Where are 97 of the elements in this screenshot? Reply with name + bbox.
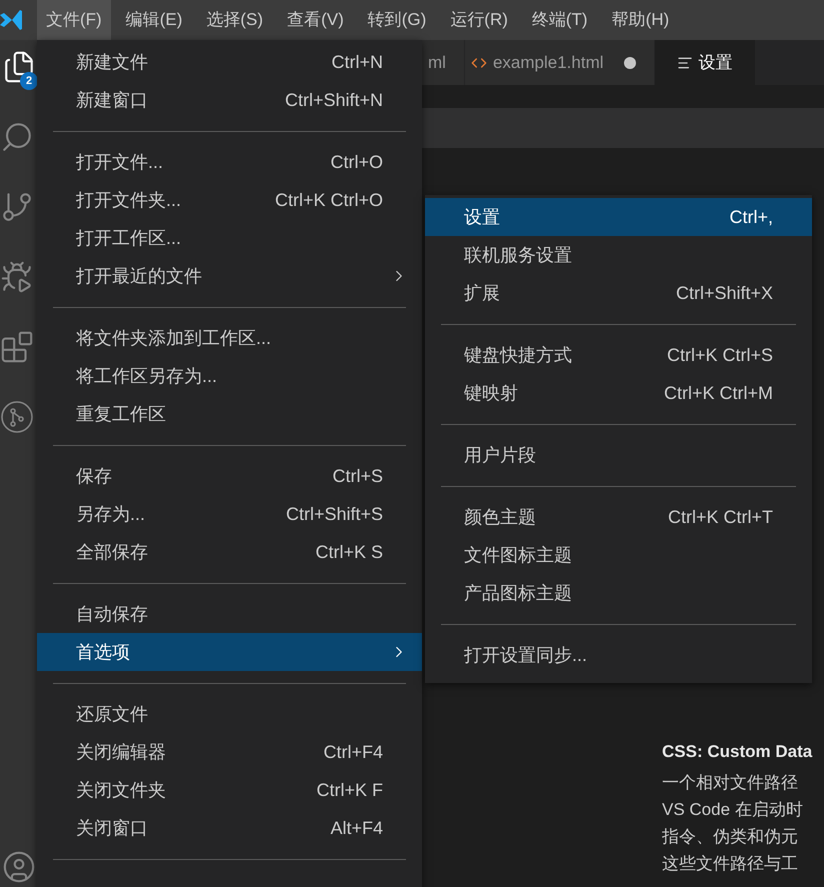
setting-description: 指令、伪类和伪元 <box>662 826 799 848</box>
menu-item[interactable]: 用户片段 <box>425 436 812 474</box>
setting-description: 一个相对文件路径 <box>662 772 799 794</box>
shortcut-label: Ctrl+K S <box>315 540 383 564</box>
setting-description: 这些文件路径与工 <box>662 853 799 875</box>
menu-item-label: 打开工作区... <box>76 226 182 250</box>
menu-item[interactable]: 打开工作区... <box>37 219 422 257</box>
run-debug-icon[interactable] <box>0 260 34 294</box>
menu-item-label: 另存为... <box>76 502 146 526</box>
menu-item-label: 产品图标主题 <box>464 582 572 604</box>
remote-explorer-icon[interactable] <box>0 400 34 434</box>
list-icon <box>676 54 693 70</box>
shortcut-label: Ctrl+Shift+N <box>284 88 383 112</box>
menu-item-label: 扩展 <box>464 282 500 304</box>
account-icon[interactable] <box>2 850 36 884</box>
menu-item-label: 用户片段 <box>464 444 536 466</box>
extensions-icon[interactable] <box>0 330 34 364</box>
menu-item[interactable]: 颜色主题 Ctrl+K Ctrl+T <box>425 498 812 536</box>
editor-tab[interactable]: ml <box>422 40 465 85</box>
menu-item[interactable]: 新建文件 Ctrl+N <box>37 43 422 81</box>
menubar-item[interactable]: 帮助(H) <box>602 0 678 40</box>
menubar-item[interactable]: 运行(R) <box>441 0 517 40</box>
shortcut-label: Ctrl+S <box>332 464 383 488</box>
vscode-logo-icon <box>0 8 22 32</box>
shortcut-label: Ctrl+F4 <box>323 740 383 764</box>
menu-item[interactable]: 键映射 Ctrl+K Ctrl+M <box>425 374 812 412</box>
shortcut-label: Ctrl+K F <box>316 778 383 802</box>
menu-item-label: 自动保存 <box>76 602 148 626</box>
menu-item[interactable]: 首选项 <box>37 633 422 671</box>
menu-item[interactable]: 关闭文件夹 Ctrl+K F <box>37 771 422 809</box>
menu-item[interactable]: 保存 Ctrl+S <box>37 457 422 495</box>
menu-item[interactable]: 打开文件... Ctrl+O <box>37 143 422 181</box>
shortcut-label: Ctrl+K Ctrl+S <box>666 344 773 366</box>
shortcut-label: Ctrl+K Ctrl+M <box>664 382 773 404</box>
shortcut-label: Ctrl+O <box>330 150 383 174</box>
menu-item-label: 打开文件夹... <box>76 188 182 212</box>
menu-item-label: 还原文件 <box>76 702 148 726</box>
menu-item-label: 关闭文件夹 <box>76 778 166 802</box>
files-icon[interactable] <box>2 50 36 84</box>
setting-heading: CSS: Custom Data <box>662 741 814 763</box>
menubar-item[interactable]: 选择(S) <box>197 0 272 40</box>
menu-item-label: 将文件夹添加到工作区... <box>76 326 272 350</box>
notification-badge: 2 <box>20 72 38 90</box>
menu-item-label: 键映射 <box>464 382 518 404</box>
menu-item[interactable]: 扩展 Ctrl+Shift+X <box>425 274 812 312</box>
menu-item[interactable]: 打开文件夹... Ctrl+K Ctrl+O <box>37 181 422 219</box>
shortcut-label: Ctrl+K Ctrl+O <box>274 188 383 212</box>
menu-item[interactable]: 产品图标主题 <box>425 574 812 612</box>
menu-item[interactable]: 打开最近的文件 <box>37 257 422 295</box>
menu-item[interactable]: 还原文件 <box>37 695 422 733</box>
menu-item[interactable]: 将工作区另存为... <box>37 357 422 395</box>
menu-item[interactable]: 联机服务设置 <box>425 236 812 274</box>
menu-item-label: 新建窗口 <box>76 88 148 112</box>
menu-item-label: 将工作区另存为... <box>76 364 218 388</box>
menubar-item[interactable]: 文件(F) <box>37 0 111 40</box>
search-icon[interactable] <box>0 120 34 154</box>
editor-tab[interactable]: example1.html <box>464 40 655 85</box>
menubar-item[interactable]: 查看(V) <box>278 0 353 40</box>
menu-item[interactable]: 文件图标主题 <box>425 536 812 574</box>
menu-item-label: 设置 <box>464 206 500 228</box>
menubar-item[interactable]: 终端(T) <box>522 0 597 40</box>
menu-item-label: 键盘快捷方式 <box>464 344 572 366</box>
menu-item-label: 文件图标主题 <box>464 544 572 566</box>
shortcut-label: Ctrl+Shift+X <box>676 282 773 304</box>
shortcut-label: Ctrl+K Ctrl+T <box>668 506 773 528</box>
menu-item-label: 首选项 <box>76 640 130 664</box>
menu-item[interactable]: 另存为... Ctrl+Shift+S <box>37 495 422 533</box>
menu-item[interactable]: 关闭编辑器 Ctrl+F4 <box>37 733 422 771</box>
menu-item[interactable]: 自动保存 <box>37 595 422 633</box>
menu-item-label: 关闭窗口 <box>76 816 148 840</box>
source-control-icon[interactable] <box>0 190 34 224</box>
menu-item-label: 保存 <box>76 464 112 488</box>
menu-item[interactable]: 重复工作区 <box>37 395 422 433</box>
shortcut-label: Alt+F4 <box>330 816 383 840</box>
menu-item[interactable]: 打开设置同步... <box>425 636 812 674</box>
shortcut-label: Ctrl+Shift+S <box>286 502 383 526</box>
menu-item[interactable]: 将文件夹添加到工作区... <box>37 319 422 357</box>
menu-item-label: 打开设置同步... <box>464 644 588 666</box>
menu-item[interactable]: 全部保存 Ctrl+K S <box>37 533 422 571</box>
menu-item-label: 联机服务设置 <box>464 244 572 266</box>
menu-item-label: 打开最近的文件 <box>76 264 202 288</box>
menu-item-label: 全部保存 <box>76 540 148 564</box>
menu-item-label: 新建文件 <box>76 50 148 74</box>
menu-item-label: 打开文件... <box>76 150 164 174</box>
menubar-item[interactable]: 转到(G) <box>358 0 436 40</box>
shortcut-label: Ctrl+N <box>331 50 383 74</box>
menu-item-label: 关闭编辑器 <box>76 740 166 764</box>
menu-item-label: 颜色主题 <box>464 506 536 528</box>
menu-item[interactable]: 键盘快捷方式 Ctrl+K Ctrl+S <box>425 336 812 374</box>
menu-item[interactable]: 关闭窗口 Alt+F4 <box>37 809 422 847</box>
menu-item-label: 重复工作区 <box>76 402 166 426</box>
shortcut-label: Ctrl+, <box>729 206 773 228</box>
menu-item[interactable]: 设置 Ctrl+, <box>425 198 812 236</box>
menu-item[interactable]: 新建窗口 Ctrl+Shift+N <box>37 81 422 119</box>
setting-description: VS Code 在启动时 <box>662 799 804 821</box>
menubar-item[interactable]: 编辑(E) <box>116 0 192 40</box>
editor-tab[interactable]: 设置 <box>654 40 755 85</box>
